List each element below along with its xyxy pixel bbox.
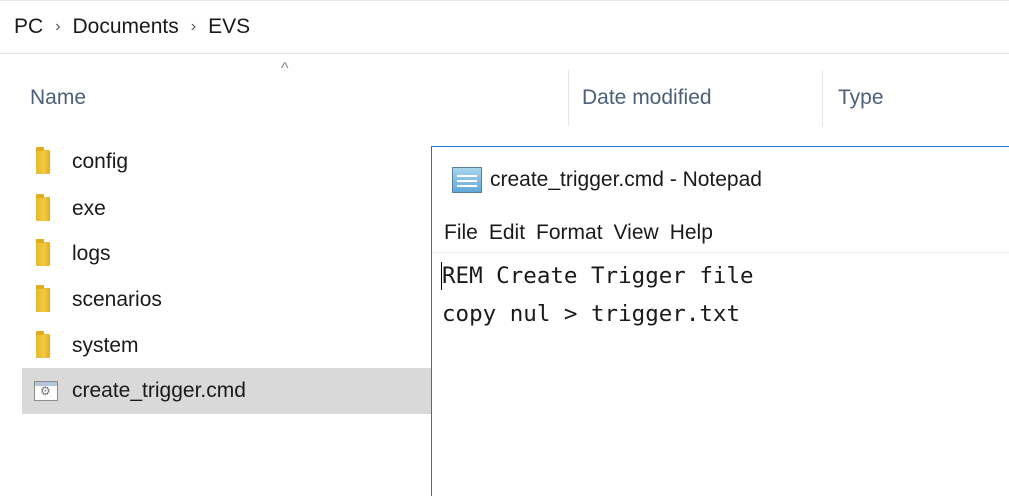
menu-file[interactable]: File: [444, 221, 478, 245]
breadcrumb-documents[interactable]: Documents: [69, 15, 183, 39]
list-item-scenarios[interactable]: scenarios: [22, 278, 442, 322]
file-name: system: [72, 334, 139, 357]
notepad-title: create_trigger.cmd - Notepad: [490, 168, 762, 191]
menu-format[interactable]: Format: [536, 221, 603, 245]
column-divider[interactable]: [822, 70, 823, 126]
list-item-exe[interactable]: exe: [22, 187, 442, 231]
notepad-window[interactable]: create_trigger.cmd - Notepad File Edit F…: [431, 146, 1009, 496]
notepad-text-area[interactable]: REM Create Trigger file copy nul > trigge…: [442, 257, 1009, 333]
file-name: config: [72, 150, 129, 173]
column-header-type[interactable]: Type: [838, 76, 1008, 120]
list-item-system[interactable]: system: [22, 324, 442, 368]
folder-icon: [36, 147, 50, 174]
file-name: exe: [72, 197, 106, 220]
column-divider[interactable]: [568, 70, 569, 126]
file-name: scenarios: [72, 288, 162, 311]
menu-help[interactable]: Help: [670, 221, 713, 245]
text-cursor: [441, 262, 442, 290]
file-name: logs: [72, 242, 111, 265]
screen: PC › Documents › EVS ^ Name Date modifie…: [0, 0, 1009, 496]
notepad-icon: [452, 167, 482, 193]
cmd-file-icon: [34, 381, 58, 401]
file-name: create_trigger.cmd: [72, 379, 246, 402]
text-line: REM Create Trigger file: [442, 263, 754, 289]
folder-icon: [36, 194, 50, 221]
breadcrumb-chevron-icon[interactable]: ›: [183, 18, 204, 36]
folder-icon: [36, 285, 50, 312]
breadcrumb-pc[interactable]: PC: [10, 15, 47, 39]
breadcrumb-chevron-icon[interactable]: ›: [47, 18, 68, 36]
breadcrumb-evs[interactable]: EVS: [204, 15, 254, 39]
column-header-date-modified[interactable]: Date modified: [582, 76, 822, 120]
breadcrumb: PC › Documents › EVS: [0, 0, 1009, 54]
list-item-config[interactable]: config: [22, 140, 442, 184]
notepad-title-bar[interactable]: create_trigger.cmd - Notepad: [432, 147, 1009, 213]
column-header-name[interactable]: Name: [30, 76, 568, 120]
text-line: copy nul > trigger.txt: [442, 301, 741, 327]
menu-view[interactable]: View: [614, 221, 659, 245]
menu-edit[interactable]: Edit: [489, 221, 525, 245]
notepad-menu-bar: File Edit Format View Help: [432, 213, 1009, 253]
list-item-create-trigger-cmd[interactable]: create_trigger.cmd: [22, 368, 442, 414]
folder-icon: [36, 331, 50, 358]
folder-icon: [36, 239, 50, 266]
list-item-logs[interactable]: logs: [22, 232, 442, 276]
